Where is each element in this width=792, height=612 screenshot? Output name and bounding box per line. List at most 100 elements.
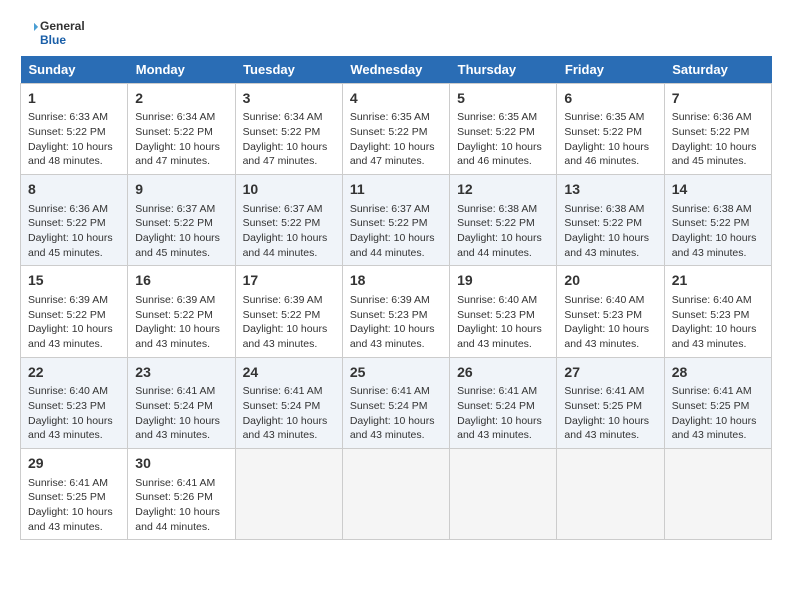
day-cell: 23Sunrise: 6:41 AM Sunset: 5:24 PM Dayli… [128,357,235,448]
day-number: 4 [350,89,442,109]
day-info: Sunrise: 6:40 AM Sunset: 5:23 PM Dayligh… [564,293,656,352]
day-cell: 29Sunrise: 6:41 AM Sunset: 5:25 PM Dayli… [21,448,128,539]
day-cell: 1Sunrise: 6:33 AM Sunset: 5:22 PM Daylig… [21,83,128,174]
header-cell-wednesday: Wednesday [342,56,449,84]
day-number: 15 [28,271,120,291]
day-cell: 24Sunrise: 6:41 AM Sunset: 5:24 PM Dayli… [235,357,342,448]
day-info: Sunrise: 6:36 AM Sunset: 5:22 PM Dayligh… [672,110,764,169]
week-row-3: 15Sunrise: 6:39 AM Sunset: 5:22 PM Dayli… [21,266,772,357]
header-cell-monday: Monday [128,56,235,84]
day-cell [664,448,771,539]
day-number: 6 [564,89,656,109]
day-number: 27 [564,363,656,383]
day-info: Sunrise: 6:35 AM Sunset: 5:22 PM Dayligh… [350,110,442,169]
day-info: Sunrise: 6:38 AM Sunset: 5:22 PM Dayligh… [672,202,764,261]
day-number: 11 [350,180,442,200]
day-info: Sunrise: 6:33 AM Sunset: 5:22 PM Dayligh… [28,110,120,169]
day-cell: 11Sunrise: 6:37 AM Sunset: 5:22 PM Dayli… [342,174,449,265]
day-number: 20 [564,271,656,291]
header-cell-tuesday: Tuesday [235,56,342,84]
day-cell: 12Sunrise: 6:38 AM Sunset: 5:22 PM Dayli… [450,174,557,265]
day-cell: 20Sunrise: 6:40 AM Sunset: 5:23 PM Dayli… [557,266,664,357]
day-info: Sunrise: 6:34 AM Sunset: 5:22 PM Dayligh… [135,110,227,169]
day-info: Sunrise: 6:40 AM Sunset: 5:23 PM Dayligh… [672,293,764,352]
day-info: Sunrise: 6:41 AM Sunset: 5:26 PM Dayligh… [135,476,227,535]
day-info: Sunrise: 6:40 AM Sunset: 5:23 PM Dayligh… [457,293,549,352]
day-info: Sunrise: 6:39 AM Sunset: 5:23 PM Dayligh… [350,293,442,352]
day-info: Sunrise: 6:38 AM Sunset: 5:22 PM Dayligh… [457,202,549,261]
day-info: Sunrise: 6:39 AM Sunset: 5:22 PM Dayligh… [243,293,335,352]
day-cell: 17Sunrise: 6:39 AM Sunset: 5:22 PM Dayli… [235,266,342,357]
calendar-table: SundayMondayTuesdayWednesdayThursdayFrid… [20,56,772,541]
day-cell: 16Sunrise: 6:39 AM Sunset: 5:22 PM Dayli… [128,266,235,357]
day-info: Sunrise: 6:39 AM Sunset: 5:22 PM Dayligh… [28,293,120,352]
day-info: Sunrise: 6:41 AM Sunset: 5:24 PM Dayligh… [457,384,549,443]
day-info: Sunrise: 6:41 AM Sunset: 5:25 PM Dayligh… [672,384,764,443]
day-cell: 28Sunrise: 6:41 AM Sunset: 5:25 PM Dayli… [664,357,771,448]
day-cell: 10Sunrise: 6:37 AM Sunset: 5:22 PM Dayli… [235,174,342,265]
day-number: 25 [350,363,442,383]
day-number: 13 [564,180,656,200]
header-cell-friday: Friday [557,56,664,84]
logo-text-line1: General [40,20,85,34]
day-number: 29 [28,454,120,474]
day-cell: 5Sunrise: 6:35 AM Sunset: 5:22 PM Daylig… [450,83,557,174]
day-info: Sunrise: 6:38 AM Sunset: 5:22 PM Dayligh… [564,202,656,261]
logo: General Blue [20,20,85,48]
day-cell: 3Sunrise: 6:34 AM Sunset: 5:22 PM Daylig… [235,83,342,174]
day-number: 7 [672,89,764,109]
day-cell: 27Sunrise: 6:41 AM Sunset: 5:25 PM Dayli… [557,357,664,448]
day-info: Sunrise: 6:35 AM Sunset: 5:22 PM Dayligh… [457,110,549,169]
logo-text-line2: Blue [40,34,85,48]
day-number: 21 [672,271,764,291]
day-number: 28 [672,363,764,383]
day-info: Sunrise: 6:41 AM Sunset: 5:24 PM Dayligh… [135,384,227,443]
day-info: Sunrise: 6:41 AM Sunset: 5:25 PM Dayligh… [28,476,120,535]
day-cell: 6Sunrise: 6:35 AM Sunset: 5:22 PM Daylig… [557,83,664,174]
day-number: 19 [457,271,549,291]
day-cell: 2Sunrise: 6:34 AM Sunset: 5:22 PM Daylig… [128,83,235,174]
day-number: 2 [135,89,227,109]
week-row-4: 22Sunrise: 6:40 AM Sunset: 5:23 PM Dayli… [21,357,772,448]
day-cell: 7Sunrise: 6:36 AM Sunset: 5:22 PM Daylig… [664,83,771,174]
day-cell: 15Sunrise: 6:39 AM Sunset: 5:22 PM Dayli… [21,266,128,357]
day-number: 26 [457,363,549,383]
day-info: Sunrise: 6:37 AM Sunset: 5:22 PM Dayligh… [135,202,227,261]
day-cell: 19Sunrise: 6:40 AM Sunset: 5:23 PM Dayli… [450,266,557,357]
day-number: 8 [28,180,120,200]
day-number: 16 [135,271,227,291]
day-cell [557,448,664,539]
day-cell: 21Sunrise: 6:40 AM Sunset: 5:23 PM Dayli… [664,266,771,357]
page-header: General Blue [20,20,772,48]
day-number: 17 [243,271,335,291]
day-cell: 22Sunrise: 6:40 AM Sunset: 5:23 PM Dayli… [21,357,128,448]
day-info: Sunrise: 6:35 AM Sunset: 5:22 PM Dayligh… [564,110,656,169]
day-number: 3 [243,89,335,109]
day-cell: 4Sunrise: 6:35 AM Sunset: 5:22 PM Daylig… [342,83,449,174]
week-row-1: 1Sunrise: 6:33 AM Sunset: 5:22 PM Daylig… [21,83,772,174]
day-cell: 8Sunrise: 6:36 AM Sunset: 5:22 PM Daylig… [21,174,128,265]
week-row-2: 8Sunrise: 6:36 AM Sunset: 5:22 PM Daylig… [21,174,772,265]
day-number: 14 [672,180,764,200]
day-info: Sunrise: 6:41 AM Sunset: 5:24 PM Dayligh… [243,384,335,443]
day-info: Sunrise: 6:41 AM Sunset: 5:24 PM Dayligh… [350,384,442,443]
logo-container: General Blue [20,20,85,48]
day-number: 5 [457,89,549,109]
day-info: Sunrise: 6:34 AM Sunset: 5:22 PM Dayligh… [243,110,335,169]
day-info: Sunrise: 6:37 AM Sunset: 5:22 PM Dayligh… [350,202,442,261]
header-cell-saturday: Saturday [664,56,771,84]
day-cell [342,448,449,539]
day-info: Sunrise: 6:41 AM Sunset: 5:25 PM Dayligh… [564,384,656,443]
day-number: 10 [243,180,335,200]
day-info: Sunrise: 6:39 AM Sunset: 5:22 PM Dayligh… [135,293,227,352]
day-number: 9 [135,180,227,200]
day-cell: 9Sunrise: 6:37 AM Sunset: 5:22 PM Daylig… [128,174,235,265]
day-cell: 30Sunrise: 6:41 AM Sunset: 5:26 PM Dayli… [128,448,235,539]
day-number: 22 [28,363,120,383]
day-cell [235,448,342,539]
day-info: Sunrise: 6:40 AM Sunset: 5:23 PM Dayligh… [28,384,120,443]
day-cell [450,448,557,539]
day-cell: 14Sunrise: 6:38 AM Sunset: 5:22 PM Dayli… [664,174,771,265]
day-cell: 18Sunrise: 6:39 AM Sunset: 5:23 PM Dayli… [342,266,449,357]
day-number: 23 [135,363,227,383]
